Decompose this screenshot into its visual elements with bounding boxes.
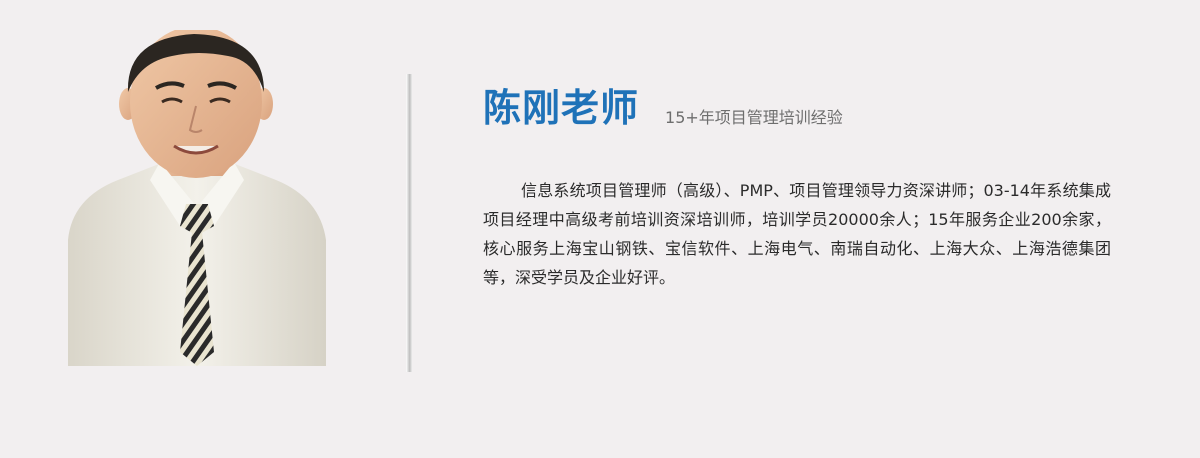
profile-header: 陈刚老师 15+年项目管理培训经验 <box>483 86 843 130</box>
teacher-photo <box>68 30 326 366</box>
teacher-bio: 信息系统项目管理师（高级）、PMP、项目管理领导力资深讲师；03-14年系统集成… <box>483 181 1111 287</box>
experience-subtitle: 15+年项目管理培训经验 <box>665 108 843 127</box>
vertical-divider <box>406 74 412 372</box>
teacher-name: 陈刚老师 <box>483 86 640 130</box>
